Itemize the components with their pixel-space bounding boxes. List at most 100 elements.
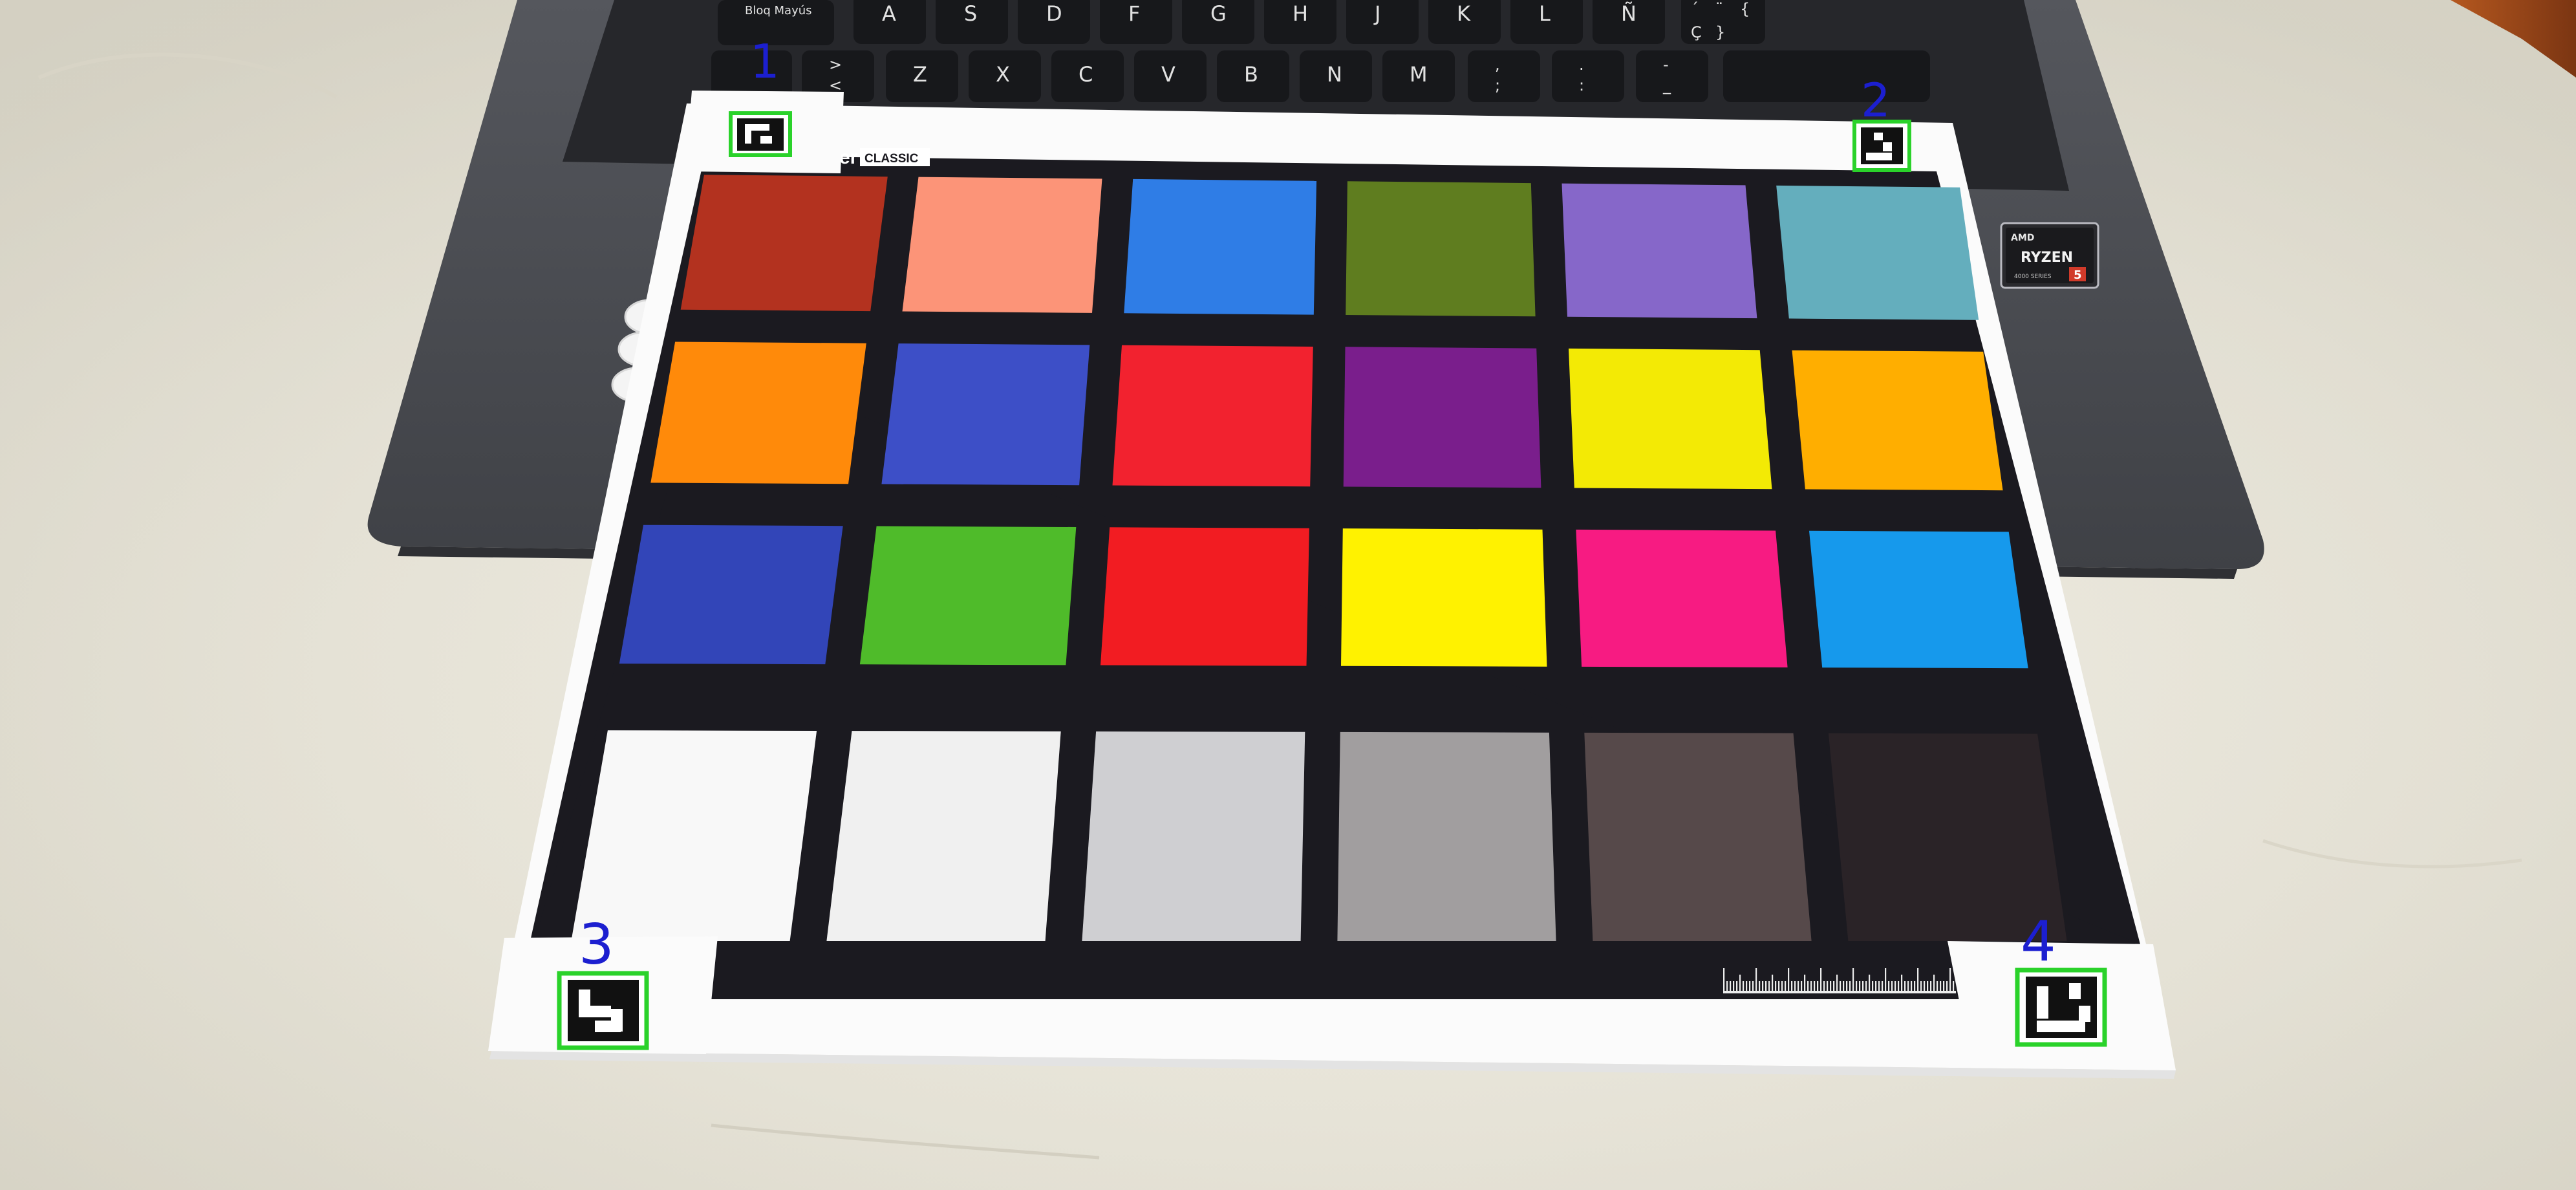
patch-r1-c5	[1562, 183, 1757, 319]
key-label: }	[1715, 23, 1725, 41]
key-label: ,	[1495, 56, 1500, 74]
marker-2-cell	[1883, 142, 1892, 151]
key-label: C	[1079, 62, 1093, 87]
patch-r3-c1	[619, 525, 843, 665]
marker-2-label: 2	[1861, 73, 1891, 127]
key-l: L	[1510, 0, 1583, 44]
marker-1-label: 1	[750, 34, 780, 89]
key-b: B	[1217, 50, 1289, 102]
ruler-tick	[1772, 975, 1774, 993]
ruler-tick	[1755, 968, 1757, 993]
patch-r4-c4	[1337, 731, 1556, 941]
ruler-tick	[1836, 975, 1838, 993]
patch-r1-c6	[1776, 185, 1979, 320]
marker-3-cell	[579, 1006, 611, 1017]
key-cap	[1552, 50, 1624, 102]
key-label: Z	[913, 62, 927, 87]
marker-1-cell	[745, 124, 751, 144]
key-label: J	[1373, 1, 1380, 26]
key-label: .	[1579, 56, 1584, 74]
checker-brand-text: er	[839, 147, 858, 168]
key-cap	[1636, 50, 1708, 102]
marker-1-code	[737, 118, 784, 151]
key-symbol: .:	[1552, 50, 1624, 102]
cpu-sticker-name: RYZEN	[2021, 250, 2073, 266]
key-label: >	[829, 56, 842, 74]
key-label: A	[882, 1, 896, 26]
key-j: J	[1346, 0, 1419, 44]
photo-scene: A S D F G H J K L Ñ ´ ¨ {Ç} Z X C V B N M><,;.:-_ Bloq May…	[0, 0, 2576, 1190]
key-label: {	[1740, 0, 1750, 18]
key-h: H	[1264, 0, 1336, 44]
key-label: -	[1663, 56, 1669, 74]
key-d: D	[1018, 0, 1090, 44]
patch-r2-c3	[1112, 345, 1313, 487]
patch-r3-c5	[1576, 529, 1788, 667]
key-symbol: ,;	[1468, 50, 1540, 102]
marker-4-cell	[2079, 1006, 2090, 1022]
ruler-tick	[1949, 968, 1951, 993]
patch-r1-c3	[1124, 178, 1317, 315]
key-label: <	[829, 76, 842, 94]
patch-r2-c6	[1792, 350, 2003, 491]
cpu-sticker-series: 4000 SERIES	[2014, 274, 2052, 280]
key-label: ´	[1691, 0, 1699, 18]
patch-r4-c2	[826, 731, 1061, 941]
patch-r4-c5	[1584, 732, 1812, 941]
key-label: K	[1457, 1, 1471, 26]
patch-r2-c1	[650, 341, 866, 484]
key-label: ¨	[1715, 0, 1723, 18]
patch-r2-c2	[881, 343, 1090, 486]
key-extra-upper: ´ ¨ {Ç}	[1681, 0, 1765, 44]
ruler-tick	[1739, 975, 1741, 993]
patch-r4-c3	[1082, 731, 1305, 941]
keyboard-row-lower: Z X C V B N M><,;.:-_	[711, 50, 1930, 102]
key-ñ: Ñ	[1593, 0, 1665, 44]
key-g: G	[1182, 0, 1254, 44]
ruler-tick	[1933, 975, 1935, 993]
marker-4-label: 4	[2021, 909, 2056, 974]
key-label: N	[1327, 62, 1342, 87]
key-label: :	[1579, 76, 1584, 94]
key-label: B	[1244, 62, 1258, 87]
ruler-tick	[1901, 975, 1903, 993]
key-label: X	[996, 62, 1010, 87]
key-label: ;	[1495, 76, 1500, 94]
marker-4-cell	[2037, 1021, 2085, 1032]
key-label: Ñ	[1621, 1, 1637, 26]
patch-r1-c1	[680, 175, 888, 312]
key-v: V	[1134, 50, 1207, 102]
key-label: S	[964, 1, 977, 26]
ruler-tick	[1885, 968, 1887, 993]
cpu-sticker-number: 5	[2074, 268, 2082, 282]
key-f: F	[1100, 0, 1172, 44]
key-label: V	[1161, 62, 1175, 87]
patch-r3-c6	[1809, 530, 2028, 669]
key-s: S	[936, 0, 1008, 44]
keyboard-row-upper: A S D F G H J K L Ñ ´ ¨ {Ç}	[853, 0, 1765, 44]
key-label: _	[1662, 76, 1671, 94]
key-caps-lock-label: Bloq Mayús	[745, 4, 812, 17]
key-cap	[1468, 50, 1540, 102]
ruler-tick	[1852, 968, 1854, 993]
ruler-tick	[1804, 975, 1806, 993]
marker-4-cell	[2069, 983, 2081, 999]
marker-4-cell	[2037, 986, 2048, 1019]
ruler-tick	[1917, 968, 1919, 993]
key-label: F	[1128, 1, 1140, 26]
patch-r3-c2	[859, 526, 1077, 665]
ruler-tick	[1869, 975, 1871, 993]
key-symbol: -_	[1636, 50, 1708, 102]
key-label: H	[1293, 1, 1308, 26]
ruler-tick	[1788, 968, 1790, 993]
ruler-baseline	[1723, 991, 1956, 993]
key-z: Z	[886, 50, 958, 102]
checker-brand-badge: CLASSIC	[864, 152, 919, 166]
patch-r2-c5	[1569, 348, 1772, 490]
key-c: C	[1051, 50, 1124, 102]
cpu-sticker: AMD RYZEN 4000 SERIES 5	[2000, 222, 2099, 289]
key-n: N	[1300, 50, 1372, 102]
marker-2-cell	[1874, 133, 1883, 140]
patch-r3-c4	[1341, 528, 1547, 667]
key-a: A	[853, 0, 926, 44]
